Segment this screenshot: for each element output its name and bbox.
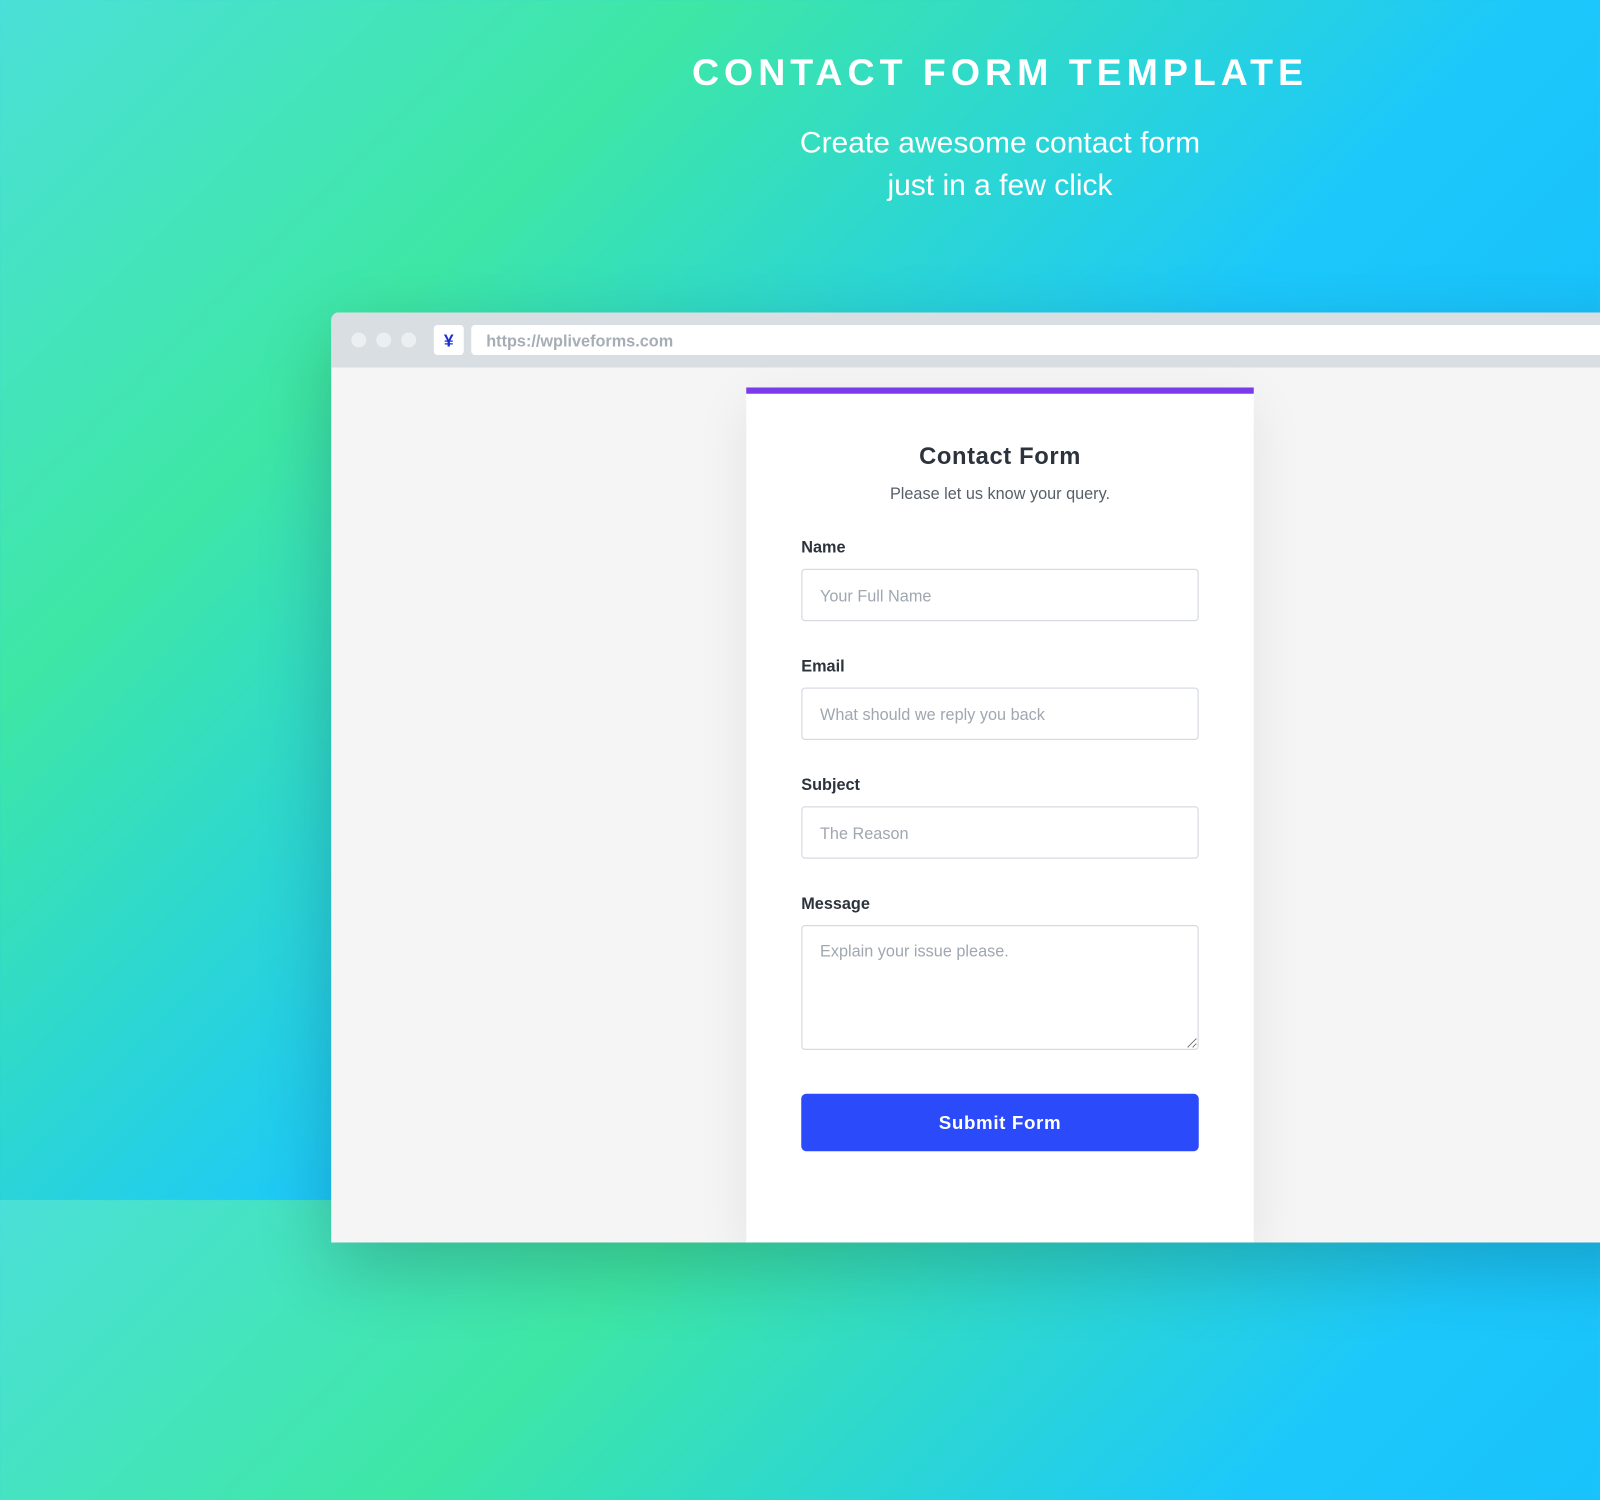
submit-button[interactable]: Submit Form <box>801 1094 1199 1152</box>
hero-subtitle-line2: just in a few click <box>887 168 1112 202</box>
window-maximize-icon[interactable] <box>401 333 416 348</box>
field-message: Message <box>801 894 1199 1057</box>
message-label: Message <box>801 894 1199 913</box>
name-input[interactable] <box>801 569 1199 622</box>
browser-titlebar: ¥ https://wpliveforms.com <box>331 313 1600 368</box>
hero-subtitle: Create awesome contact form just in a fe… <box>0 123 1600 207</box>
window-controls <box>351 333 416 348</box>
hero-title: CONTACT FORM TEMPLATE <box>0 53 1600 96</box>
name-label: Name <box>801 538 1199 557</box>
field-email: Email <box>801 656 1199 740</box>
form-subtitle: Please let us know your query. <box>801 484 1199 503</box>
hero-subtitle-line1: Create awesome contact form <box>800 126 1200 160</box>
browser-viewport: Contact Form Please let us know your que… <box>331 368 1600 1243</box>
email-input[interactable] <box>801 688 1199 741</box>
favicon-icon: ¥ <box>434 325 464 355</box>
subject-input[interactable] <box>801 806 1199 859</box>
form-title: Contact Form <box>801 444 1199 472</box>
browser-window: ¥ https://wpliveforms.com Contact Form P… <box>331 313 1600 1243</box>
address-url: https://wpliveforms.com <box>486 331 673 350</box>
window-close-icon[interactable] <box>351 333 366 348</box>
email-label: Email <box>801 656 1199 675</box>
contact-form-card: Contact Form Please let us know your que… <box>746 388 1254 1243</box>
message-input[interactable] <box>801 925 1199 1050</box>
field-subject: Subject <box>801 775 1199 859</box>
hero: CONTACT FORM TEMPLATE Create awesome con… <box>0 53 1600 207</box>
field-name: Name <box>801 538 1199 622</box>
address-bar[interactable]: https://wpliveforms.com <box>471 325 1600 355</box>
subject-label: Subject <box>801 775 1199 794</box>
favicon-glyph: ¥ <box>444 330 454 350</box>
window-minimize-icon[interactable] <box>376 333 391 348</box>
